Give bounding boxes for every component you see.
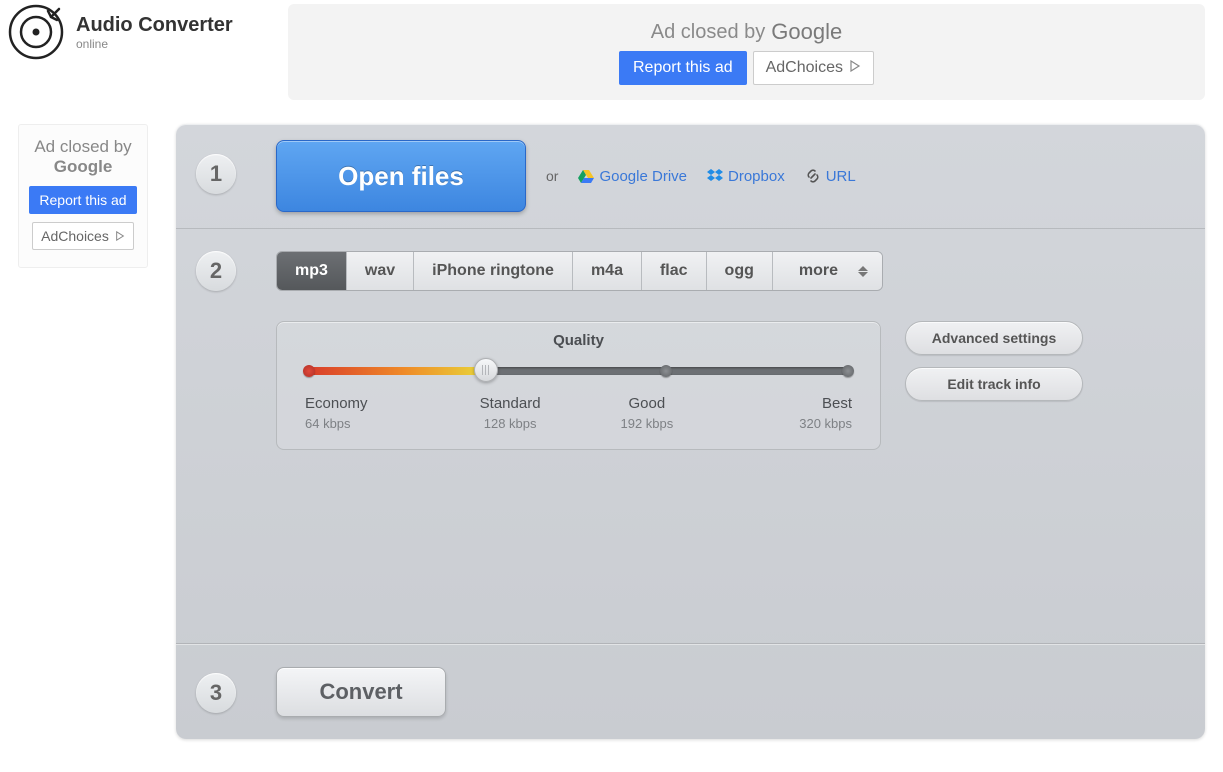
google-drive-link[interactable]: Google Drive	[578, 168, 687, 185]
step-3-badge: 3	[196, 673, 236, 713]
tab-mp3[interactable]: mp3	[277, 252, 347, 290]
adchoices-label: AdChoices	[766, 59, 843, 77]
side-ad-banner: Ad closed byGoogle Report this ad AdChoi…	[18, 124, 148, 268]
edit-track-info-button[interactable]: Edit track info	[905, 367, 1083, 401]
dropbox-link[interactable]: Dropbox	[707, 168, 785, 185]
slider-thumb[interactable]	[474, 358, 498, 382]
url-link[interactable]: URL	[805, 168, 856, 185]
tab-more-label: more	[799, 262, 838, 280]
top-ad-banner: Ad closed by Google Report this ad AdCho…	[288, 4, 1205, 100]
ad-closed-label: Ad closed by	[651, 21, 766, 44]
quality-standard-rate: 128 kbps	[442, 416, 579, 431]
side-adchoices-button[interactable]: AdChoices	[32, 222, 134, 250]
app-subtitle: online	[76, 37, 233, 51]
format-tabs: mp3 wav iPhone ringtone m4a flac ogg mor…	[276, 251, 883, 291]
main-panel: 1 Open files or Google Drive Dropbox URL…	[176, 124, 1205, 739]
side-adchoices-label: AdChoices	[41, 228, 109, 244]
dropbox-icon	[707, 168, 723, 184]
side-report-ad-button[interactable]: Report this ad	[29, 186, 136, 214]
side-adchoices-icon	[115, 228, 125, 244]
quality-good-label: Good	[579, 395, 716, 412]
google-drive-icon	[578, 168, 594, 184]
tab-wav[interactable]: wav	[347, 252, 414, 290]
quality-panel: Quality Economy64 kbps Standard128 kbps …	[276, 321, 881, 450]
tab-flac[interactable]: flac	[642, 252, 707, 290]
tab-m4a[interactable]: m4a	[573, 252, 642, 290]
report-ad-button[interactable]: Report this ad	[619, 51, 747, 85]
quality-economy-label: Economy	[305, 395, 442, 412]
step-2-badge: 2	[196, 251, 236, 291]
quality-title: Quality	[305, 332, 852, 349]
adchoices-button[interactable]: AdChoices	[753, 51, 874, 85]
google-logo-text: Google	[771, 19, 842, 45]
app-logo-icon	[8, 4, 64, 60]
google-drive-label: Google Drive	[599, 168, 687, 185]
dropbox-label: Dropbox	[728, 168, 785, 185]
quality-best-rate: 320 kbps	[715, 416, 852, 431]
side-ad-closed-label: Ad closed byGoogle	[34, 137, 131, 178]
open-files-button[interactable]: Open files	[276, 140, 526, 212]
quality-best-label: Best	[715, 395, 852, 412]
quality-slider[interactable]	[305, 363, 852, 377]
url-label: URL	[826, 168, 856, 185]
quality-standard-label: Standard	[442, 395, 579, 412]
tab-iphone-ringtone[interactable]: iPhone ringtone	[414, 252, 573, 290]
app-title: Audio Converter	[76, 14, 233, 37]
quality-economy-rate: 64 kbps	[305, 416, 442, 431]
sort-icon	[858, 266, 868, 277]
adchoices-icon	[849, 59, 861, 77]
advanced-settings-button[interactable]: Advanced settings	[905, 321, 1083, 355]
step-1-badge: 1	[196, 154, 236, 194]
tab-more[interactable]: more	[773, 252, 882, 290]
or-label: or	[546, 168, 558, 184]
link-icon	[805, 168, 821, 184]
quality-good-rate: 192 kbps	[579, 416, 716, 431]
convert-button[interactable]: Convert	[276, 667, 446, 717]
tab-ogg[interactable]: ogg	[707, 252, 773, 290]
